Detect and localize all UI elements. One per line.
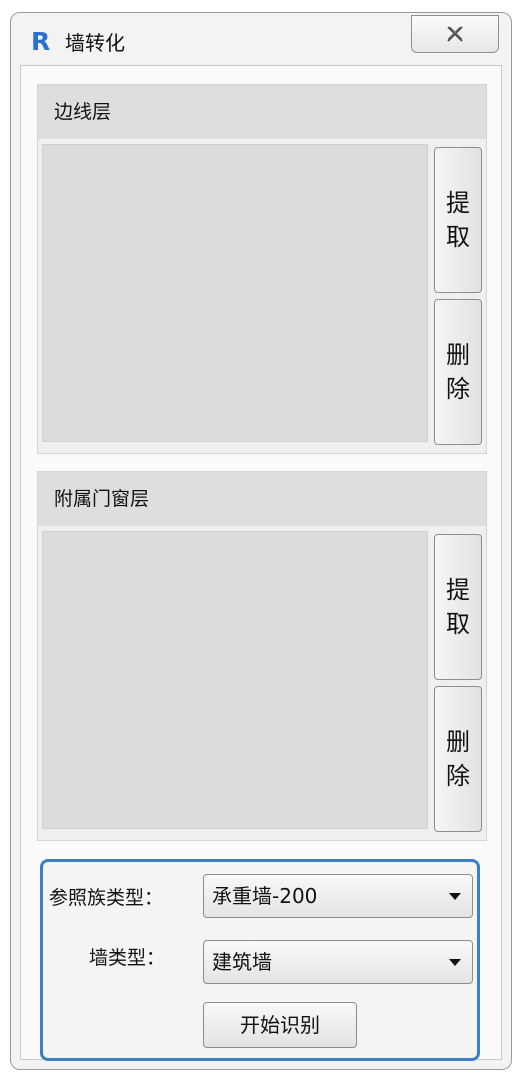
wall-type-select[interactable]: 建筑墙 bbox=[203, 940, 473, 984]
door-window-pick-button[interactable]: 提 取 bbox=[434, 534, 482, 680]
delete-label-char-1: 删 bbox=[446, 728, 470, 756]
pick-label-char-1: 提 bbox=[446, 189, 470, 217]
door-window-layer-list[interactable] bbox=[42, 531, 428, 829]
ref-family-label: 参照族类型： bbox=[49, 887, 164, 909]
edge-layer-delete-button[interactable]: 删 除 bbox=[434, 299, 482, 445]
delete-label-char-1: 删 bbox=[446, 341, 470, 369]
delete-label-char-2: 除 bbox=[446, 375, 470, 403]
door-window-delete-button[interactable]: 删 除 bbox=[434, 686, 482, 832]
wall-type-value: 建筑墙 bbox=[212, 950, 272, 974]
edge-layer-list[interactable] bbox=[42, 144, 428, 442]
close-icon bbox=[447, 26, 463, 42]
revit-app-icon: R bbox=[31, 27, 51, 56]
settings-panel: 参照族类型： 承重墙-200 墙类型： 建筑墙 开始识别 bbox=[40, 859, 480, 1061]
dropdown-arrow-icon bbox=[449, 959, 461, 966]
edge-layer-group: 边线层 提 取 删 除 bbox=[37, 84, 487, 454]
dialog-content: 边线层 提 取 删 除 附属门窗层 提 取 删 除 参照族类型： 承重墙-200… bbox=[20, 65, 502, 1061]
close-button[interactable] bbox=[411, 15, 499, 53]
edge-layer-header: 边线层 bbox=[38, 85, 486, 139]
start-recognition-button[interactable]: 开始识别 bbox=[203, 1002, 357, 1048]
title-bar[interactable]: R 墙转化 bbox=[11, 13, 511, 65]
edge-layer-pick-button[interactable]: 提 取 bbox=[434, 147, 482, 293]
pick-label-char-2: 取 bbox=[446, 223, 470, 251]
ref-family-value: 承重墙-200 bbox=[212, 884, 318, 908]
pick-label-char-1: 提 bbox=[446, 576, 470, 604]
pick-label-char-2: 取 bbox=[446, 610, 470, 638]
dialog-window: R 墙转化 边线层 提 取 删 除 附属门窗层 提 取 删 除 参照族类型： 承… bbox=[10, 12, 512, 1070]
door-window-layer-group: 附属门窗层 提 取 删 除 bbox=[37, 471, 487, 841]
dropdown-arrow-icon bbox=[449, 893, 461, 900]
window-title: 墙转化 bbox=[65, 31, 125, 55]
ref-family-select[interactable]: 承重墙-200 bbox=[203, 874, 473, 918]
door-window-layer-header: 附属门窗层 bbox=[38, 472, 486, 526]
wall-type-label: 墙类型： bbox=[89, 947, 166, 969]
delete-label-char-2: 除 bbox=[446, 762, 470, 790]
